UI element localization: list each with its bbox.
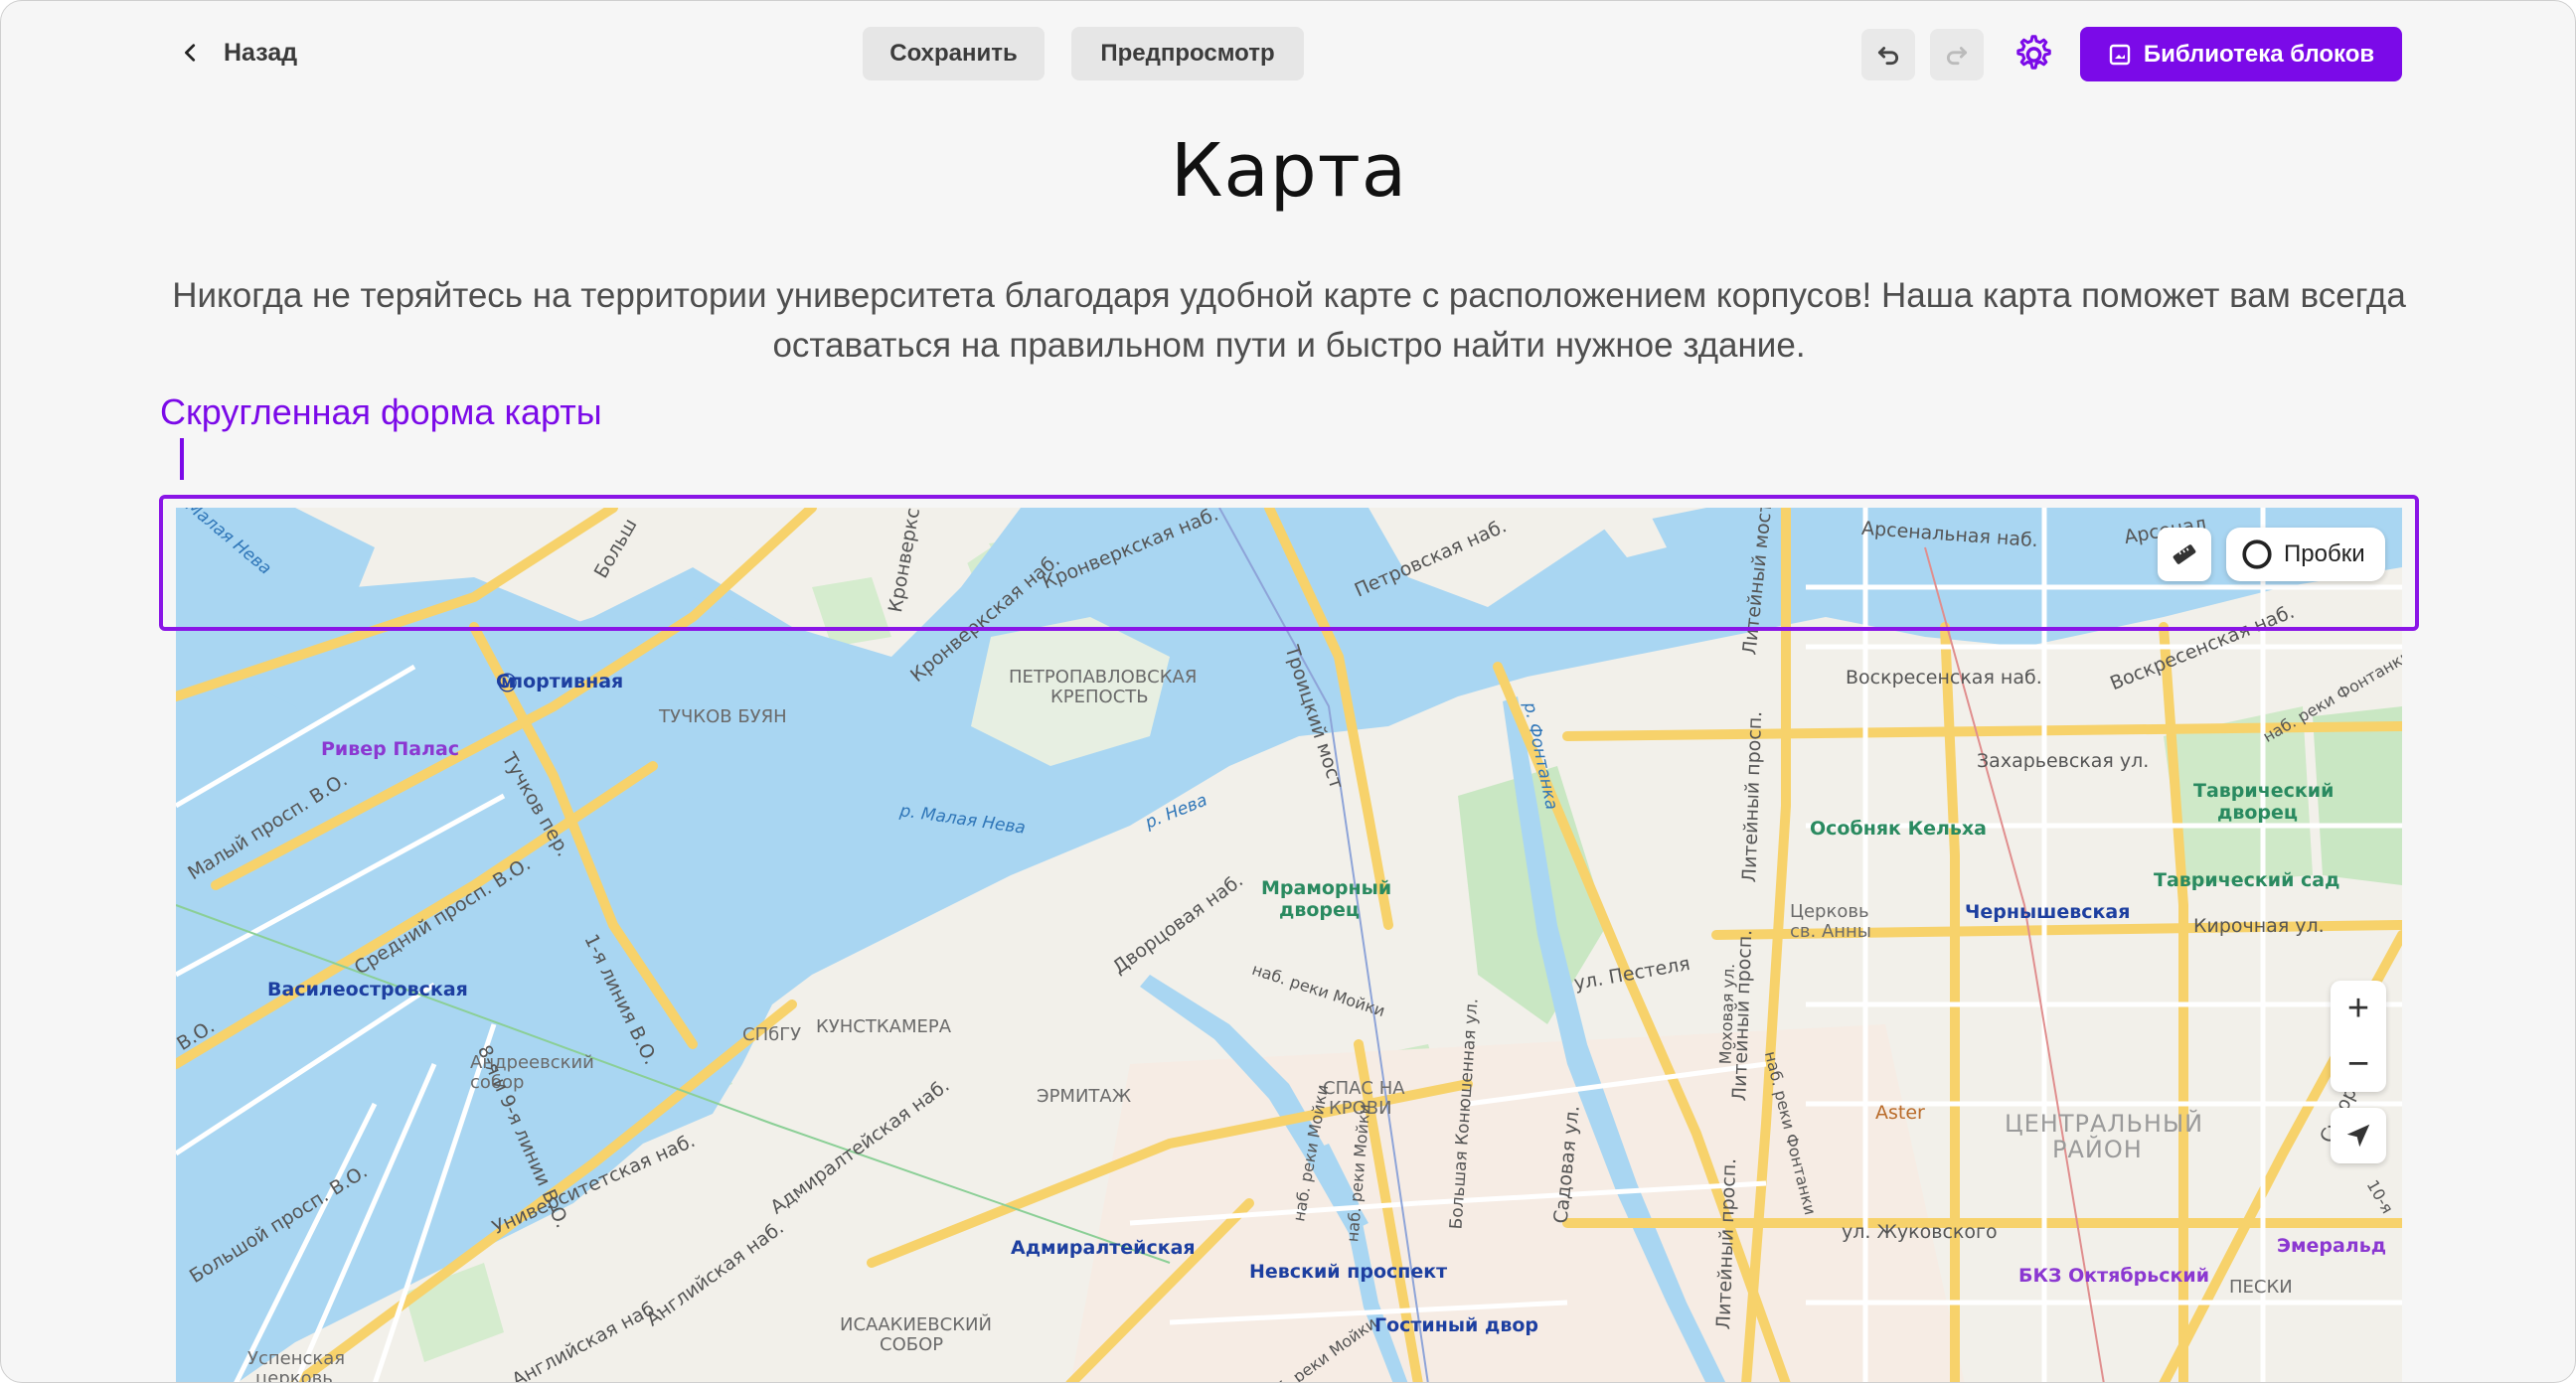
map-label: ЭРМИТАЖ xyxy=(1037,1086,1132,1107)
map-label: Особняк Кельха xyxy=(1810,818,1987,840)
map-label: церковь xyxy=(255,1368,333,1383)
map-label: БКЗ Октябрьский xyxy=(2018,1265,2210,1287)
undo-button[interactable] xyxy=(1861,29,1915,80)
chevron-left-icon xyxy=(185,44,196,62)
map-label: Мраморный xyxy=(1261,877,1392,899)
annotation-label: Скругленная форма карты xyxy=(160,391,602,432)
map-label: ЦЕНТРАЛЬНЫЙ xyxy=(2005,1110,2204,1138)
map-label: ПЕСКИ xyxy=(2229,1277,2293,1298)
map-label: Таврический сад xyxy=(2154,869,2340,891)
map-label: Моховая ул. xyxy=(1715,963,1739,1065)
back-button[interactable]: Назад xyxy=(180,31,297,75)
map-label: Невский проспект xyxy=(1249,1261,1448,1283)
page-description: Никогда не теряйтесь на территории униве… xyxy=(172,276,2406,365)
map-label: Успенская xyxy=(247,1348,346,1369)
preview-button[interactable]: Предпросмотр xyxy=(1071,27,1304,80)
zoom-control: + − xyxy=(2331,981,2386,1092)
block-library-button[interactable]: Библиотека блоков xyxy=(2080,27,2402,81)
map-label: Эмеральд xyxy=(2277,1235,2387,1257)
editor-window: Назад Сохранить Предпросмотр Библиотека … xyxy=(0,0,2576,1383)
map-label: КРЕПОСТЬ xyxy=(1050,687,1149,707)
navigation-arrow-icon xyxy=(2346,1124,2370,1148)
ruler-icon xyxy=(2173,544,2196,564)
redo-button[interactable] xyxy=(1930,29,1984,80)
image-icon xyxy=(2109,44,2131,65)
save-button[interactable]: Сохранить xyxy=(863,27,1045,80)
map-label: дворец xyxy=(2217,802,2298,824)
zoom-out-button[interactable]: − xyxy=(2331,1036,2386,1092)
map-label: св. Анны xyxy=(1790,921,1872,942)
map-label: ПЕТРОПАВЛОВСКАЯ xyxy=(1009,667,1198,688)
map-block[interactable]: Ⓜ . Спортивная Василеостровская Адмиралт… xyxy=(176,508,2402,1383)
map-label: Aster xyxy=(1875,1102,1925,1124)
zoom-in-button[interactable]: + xyxy=(2331,981,2386,1036)
traffic-label: Пробки xyxy=(2284,540,2365,567)
map-label: ТУЧКОВ БУЯН xyxy=(659,706,787,727)
ruler-button[interactable] xyxy=(2158,528,2211,581)
map-label: СПАС НА xyxy=(1323,1078,1405,1099)
map-label: Захарьевская ул. xyxy=(1977,750,2150,772)
gear-icon[interactable] xyxy=(2010,32,2055,77)
map-label: Ривер Палас xyxy=(321,738,460,760)
map-label: Кирочная ул. xyxy=(2193,915,2325,937)
map-label: Воскресенская наб. xyxy=(1846,667,2042,689)
annotation-pointer xyxy=(180,438,184,480)
map-label: СОБОР xyxy=(880,1334,944,1355)
map-label: Церковь xyxy=(1790,901,1869,922)
map-label: Василеостровская xyxy=(267,979,468,1000)
block-library-label: Библиотека блоков xyxy=(2143,40,2375,68)
geolocation-button[interactable] xyxy=(2331,1108,2386,1163)
undo-icon xyxy=(1877,47,1898,66)
map-label: дворец xyxy=(1279,899,1360,921)
map-label: КУНСТКАМЕРА xyxy=(816,1016,952,1037)
map-label: Адмиралтейская xyxy=(1011,1237,1196,1259)
map-label: Гостиный двор xyxy=(1374,1314,1539,1336)
traffic-icon xyxy=(2242,539,2272,569)
map-label: СПбГУ xyxy=(742,1024,802,1045)
map-label: ул. Жуковского xyxy=(1842,1221,1998,1243)
map-label: Спортивная xyxy=(496,671,624,692)
map-label: Таврический xyxy=(2193,780,2334,802)
map-label: РАЙОН xyxy=(2052,1136,2143,1163)
traffic-button[interactable]: Пробки xyxy=(2226,528,2385,581)
redo-icon xyxy=(1947,47,1968,66)
map-label: ИСААКИЕВСКИЙ xyxy=(840,1314,992,1335)
map-base xyxy=(176,508,2402,1382)
back-label: Назад xyxy=(224,38,298,67)
page-title: Карта xyxy=(1170,128,1408,214)
map-label: Чернышевская xyxy=(1965,901,2131,923)
